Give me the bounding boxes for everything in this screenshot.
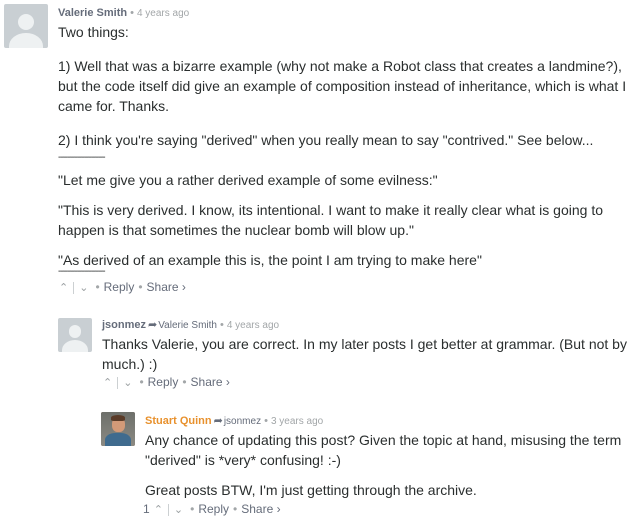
comment-paragraph: "Let me give you a rather derived exampl… [58,172,438,188]
comment-header: Stuart Quinn ➦jsonmez • 3 years ago [145,415,324,427]
share-button[interactable]: Share › [241,502,280,516]
chevron-down-icon[interactable]: ⌄ [171,503,186,516]
separator-line: -------------------- [58,152,106,163]
comment-footer: 1 ⌃ ⌄ • Reply • Share › [143,502,281,516]
in-reply-to[interactable]: Valerie Smith [158,320,217,331]
reply-button[interactable]: Reply [104,280,135,294]
share-button[interactable]: Share › [191,375,230,389]
chevron-up-icon[interactable]: ⌃ [56,281,71,294]
comment-paragraph: Two things: [58,24,129,40]
comment-footer: ⌃ ⌄ • Reply • Share › [100,375,230,389]
chevron-up-icon[interactable]: ⌃ [151,503,166,516]
comment-paragraph: 2) I think you're saying "derived" when … [58,132,594,148]
comment-footer: ⌃ ⌄ • Reply • Share › [56,280,186,294]
reply-button[interactable]: Reply [198,502,229,516]
comment-stuart-quinn: Stuart Quinn ➦jsonmez • 3 years ago Any cha… [0,405,640,525]
upvote-count: 1 [143,502,150,516]
share-button[interactable]: Share › [147,280,186,294]
timestamp[interactable]: 4 years ago [227,320,279,331]
comment-paragraph: Great posts BTW, I'm just getting throug… [145,482,477,498]
reply-arrow-icon: ➦ [213,415,223,427]
reply-arrow-icon: ➦ [148,319,158,331]
comment-header: Valerie Smith • 4 years ago [58,7,190,19]
comment-paragraph: 1) Well that was a bizarre example (why … [58,58,627,114]
comment-body: Two things: 1) Well that was a bizarre e… [58,22,638,278]
avatar[interactable] [4,4,48,48]
chevron-down-icon[interactable]: ⌄ [120,376,135,389]
comment-valerie-smith: Valerie Smith • 4 years ago Two things: 1)… [0,0,640,300]
comment-paragraph: Any chance of updating this post? Given … [145,432,622,468]
chevron-down-icon[interactable]: ⌄ [76,281,91,294]
timestamp[interactable]: 4 years ago [137,8,189,19]
comment-body: Any chance of updating this post? Given … [145,430,635,508]
chevron-up-icon[interactable]: ⌃ [100,376,115,389]
avatar[interactable] [101,412,135,446]
author-name[interactable]: jsonmez [102,319,146,331]
comment-paragraph: "This is very derived. I know, its inten… [58,202,603,238]
comment-paragraph: Thanks Valerie, you are correct. In my l… [102,336,627,372]
avatar[interactable] [58,318,92,352]
author-name[interactable]: Valerie Smith [58,7,127,19]
timestamp[interactable]: 3 years ago [271,416,323,427]
in-reply-to[interactable]: jsonmez [224,416,261,427]
comment-header: jsonmez ➦Valerie Smith • 4 years ago [102,319,280,331]
author-name[interactable]: Stuart Quinn [145,415,212,427]
reply-button[interactable]: Reply [148,375,179,389]
comment-jsonmez: jsonmez ➦Valerie Smith • 4 years ago Thanks… [0,310,640,400]
